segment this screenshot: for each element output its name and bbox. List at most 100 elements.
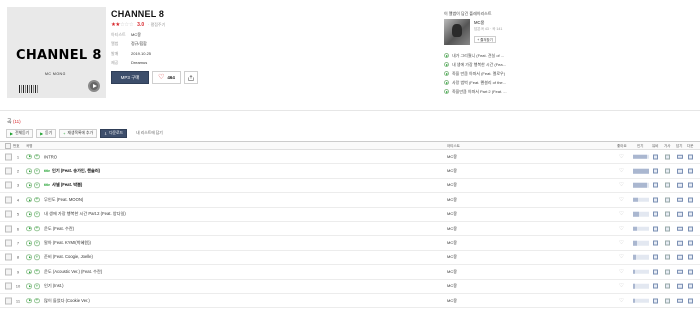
play-icon[interactable] [26, 211, 32, 217]
track-artist[interactable]: MC몽 [447, 211, 457, 217]
lyrics-icon[interactable] [665, 254, 670, 260]
playlist-item[interactable]: 내 생에 가장 행복한 시간 (Fea... [444, 60, 507, 69]
favorite-button[interactable]: + 즐겨찾기 [474, 36, 496, 43]
add-to-list-icon[interactable] [677, 240, 683, 246]
music-video-icon[interactable] [653, 298, 658, 304]
heart-icon[interactable]: ♡ [619, 226, 624, 232]
heart-icon[interactable]: ♡ [619, 197, 624, 203]
play-icon[interactable] [444, 80, 449, 85]
track-title[interactable]: 많이 들었다 (Cookie Ver.) [44, 298, 90, 304]
track-checkbox[interactable] [5, 225, 12, 233]
track-artist[interactable]: MC몽 [447, 298, 457, 304]
download-icon[interactable] [688, 211, 693, 217]
heart-icon[interactable]: ♡ [619, 154, 624, 160]
track-checkbox[interactable] [5, 282, 12, 290]
playlist-owner[interactable]: MC몽 [474, 20, 484, 26]
download-button[interactable]: ⇩ 다운로드 [100, 129, 128, 138]
play-icon[interactable] [26, 225, 32, 232]
track-title[interactable]: INTRO [44, 154, 57, 159]
add-icon[interactable] [34, 254, 40, 261]
play-icon[interactable] [26, 168, 32, 174]
table-row[interactable]: 9 운도 (Acoustic Ver.) (Feat. 수란) MC몽 ♡ [0, 265, 700, 280]
add-to-list-icon[interactable] [677, 255, 683, 260]
heart-icon[interactable]: ♡ [619, 211, 624, 217]
track-title[interactable]: 운도 (Acoustic Ver.) (Feat. 수란) [44, 269, 102, 275]
download-icon[interactable] [688, 168, 693, 174]
download-icon[interactable] [688, 283, 693, 289]
track-artist[interactable]: MC몽 [447, 240, 457, 246]
track-title[interactable]: 내 생에 가장 행복한 시간 Part.2 (Feat. 양다일) [44, 211, 126, 217]
heart-icon[interactable]: ♡ [619, 269, 624, 275]
lyrics-icon[interactable] [665, 168, 670, 174]
track-title[interactable]: 운도 (Feat. 수란) [44, 226, 74, 232]
track-checkbox[interactable] [5, 253, 12, 261]
download-icon[interactable] [688, 298, 693, 304]
track-checkbox[interactable] [5, 239, 12, 247]
music-video-icon[interactable] [653, 211, 658, 217]
playlist-item[interactable]: 죽을만큼 아파서 Part 2 (Feat. ... [444, 87, 507, 96]
track-artist[interactable]: MC몽 [447, 226, 457, 232]
add-icon[interactable] [34, 197, 40, 203]
add-icon[interactable] [34, 297, 40, 304]
rate-link[interactable]: · 평점주기 [148, 22, 165, 28]
add-icon[interactable] [34, 225, 40, 232]
select-all-play-button[interactable]: ▶ 전체듣기 [6, 129, 34, 138]
add-to-list-icon[interactable] [677, 283, 683, 289]
download-icon[interactable] [688, 269, 693, 275]
music-video-icon[interactable] [653, 154, 658, 160]
table-row[interactable]: 3 title샤넬 (Feat. 박봄) MC몽 ♡ [0, 179, 700, 194]
add-icon[interactable] [34, 269, 40, 275]
lyrics-icon[interactable] [665, 197, 670, 203]
track-artist[interactable]: MC몽 [447, 269, 457, 275]
track-artist[interactable]: MC몽 [447, 283, 457, 289]
track-checkbox[interactable] [5, 210, 12, 218]
track-checkbox[interactable] [5, 153, 12, 161]
track-title[interactable]: 인기 (Inst.) [44, 283, 64, 289]
download-icon[interactable] [688, 154, 693, 160]
play-icon[interactable] [26, 153, 32, 160]
add-to-list-icon[interactable] [677, 154, 683, 159]
heart-icon[interactable]: ♡ [619, 298, 624, 304]
play-icon[interactable] [26, 197, 32, 203]
add-to-playlist-button[interactable]: + 재생목록에 추가 [59, 129, 97, 138]
add-icon[interactable] [34, 168, 40, 174]
heart-icon[interactable]: ♡ [619, 168, 624, 174]
mp3-buy-button[interactable]: MP3 구매 [111, 71, 149, 84]
add-to-list-icon[interactable] [677, 212, 683, 217]
track-artist[interactable]: MC몽 [447, 154, 457, 160]
lyrics-icon[interactable] [665, 226, 670, 232]
play-disc-icon[interactable] [88, 80, 100, 92]
add-to-list-icon[interactable] [677, 168, 683, 174]
download-icon[interactable] [688, 240, 693, 246]
download-icon[interactable] [688, 197, 693, 203]
lyrics-icon[interactable] [665, 211, 670, 217]
play-icon[interactable] [444, 71, 449, 76]
table-row[interactable]: 8 준비 (Feat. Coogie, Joelle) MC몽 ♡ [0, 251, 700, 266]
music-video-icon[interactable] [653, 197, 658, 203]
lyrics-icon[interactable] [665, 269, 670, 275]
add-to-list-icon[interactable] [677, 226, 683, 231]
track-title[interactable]: 준비 (Feat. Coogie, Joelle) [44, 254, 93, 260]
download-icon[interactable] [688, 182, 693, 188]
track-title[interactable]: title 샤넬 (Feat. 박봄) [44, 182, 82, 188]
table-row[interactable]: 5 내 생에 가장 행복한 시간 Part.2 (Feat. 양다일) MC몽 … [0, 208, 700, 222]
table-row[interactable]: 1 INTRO MC몽 ♡ [0, 150, 700, 165]
play-button[interactable]: ▶ 듣기 [36, 129, 57, 138]
track-checkbox[interactable] [5, 268, 12, 276]
my-list-link[interactable]: 내 리스트에 담기 [136, 131, 163, 136]
track-checkbox[interactable] [5, 297, 12, 305]
track-artist[interactable]: MC몽 [447, 197, 457, 203]
music-video-icon[interactable] [653, 240, 658, 246]
track-title[interactable]: 말아 (Feat. KYMI(박혜원)) [44, 240, 91, 246]
play-icon[interactable] [444, 62, 449, 67]
heart-icon[interactable]: ♡ [619, 240, 624, 246]
heart-icon[interactable]: ♡ [619, 283, 624, 289]
lyrics-icon[interactable] [665, 154, 670, 160]
play-icon[interactable] [26, 240, 32, 246]
play-icon[interactable] [26, 254, 32, 261]
add-icon[interactable] [34, 240, 40, 246]
track-artist[interactable]: MC몽 [447, 254, 457, 260]
music-video-icon[interactable] [653, 283, 658, 289]
album-cover[interactable]: CHANNEL 8 MC MONG [7, 7, 106, 98]
track-artist[interactable]: MC몽 [447, 182, 457, 188]
